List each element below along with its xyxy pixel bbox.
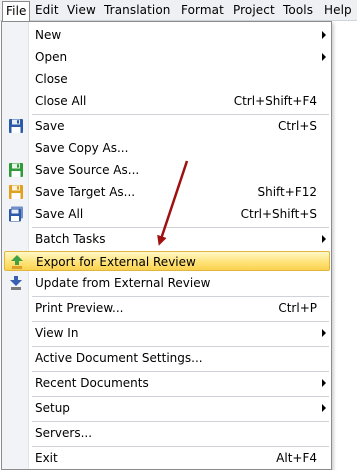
menu-item-save-source-as[interactable]: Save Source As...	[4, 160, 330, 180]
menu-item-label: Export for External Review	[36, 255, 196, 269]
menu-separator	[32, 421, 329, 422]
menu-item-open[interactable]: Open	[4, 47, 330, 67]
menu-item-active-document-settings[interactable]: Active Document Settings...	[4, 348, 330, 368]
menu-item-recent-documents[interactable]: Recent Documents	[4, 373, 330, 393]
menu-help[interactable]: Help	[324, 2, 352, 19]
menu-item-update-from-external-review[interactable]: Update from External Review	[4, 273, 330, 293]
menu-item-label: Update from External Review	[35, 276, 211, 290]
menu-item-export-for-external-review[interactable]: Export for External Review	[4, 251, 330, 271]
save-target-icon	[9, 185, 23, 199]
menu-translation[interactable]: Translation	[104, 2, 171, 19]
menu-item-label: Close All	[35, 94, 87, 108]
menu-item-batch-tasks[interactable]: Batch Tasks	[4, 229, 330, 249]
menu-item-new[interactable]: New	[4, 25, 330, 45]
submenu-arrow-icon	[322, 53, 326, 61]
menu-separator	[32, 296, 329, 297]
menu-separator	[32, 446, 329, 447]
menu-item-print-preview[interactable]: Print Preview... Ctrl+P	[4, 298, 330, 318]
menu-separator	[32, 346, 329, 347]
export-review-icon	[11, 255, 23, 269]
menu-item-setup[interactable]: Setup	[4, 398, 330, 418]
menu-project[interactable]: Project	[233, 2, 275, 19]
menu-item-label: Open	[35, 50, 68, 64]
menu-separator	[32, 114, 329, 115]
menu-item-label: Save Source As...	[35, 163, 140, 177]
menu-item-label: Save Target As...	[35, 185, 136, 199]
submenu-arrow-icon	[322, 31, 326, 39]
submenu-arrow-icon	[322, 379, 326, 387]
menu-edit[interactable]: Edit	[35, 2, 59, 19]
menu-item-label: Save	[35, 119, 65, 133]
menu-format[interactable]: Format	[181, 2, 224, 19]
menu-item-label: Print Preview...	[35, 301, 124, 315]
menu-item-save-all[interactable]: Save All Ctrl+Shift+S	[4, 204, 330, 224]
menu-item-shortcut: Ctrl+Shift+F4	[233, 94, 317, 108]
menu-item-label: Servers...	[35, 426, 93, 440]
save-source-icon	[9, 163, 23, 177]
submenu-arrow-icon	[322, 235, 326, 243]
menu-item-label: Save All	[35, 207, 84, 221]
menu-item-shortcut: Ctrl+P	[278, 301, 317, 315]
menu-item-shortcut: Alt+F4	[276, 451, 317, 465]
menu-item-label: Recent Documents	[35, 376, 149, 390]
menu-separator	[32, 321, 329, 322]
menu-item-exit[interactable]: Exit Alt+F4	[4, 448, 330, 468]
menu-item-view-in[interactable]: View In	[4, 323, 330, 343]
menu-item-save[interactable]: Save Ctrl+S	[4, 116, 330, 136]
menu-item-shortcut: Shift+F12	[257, 185, 317, 199]
menu-item-shortcut: Ctrl+S	[277, 119, 317, 133]
menu-bar: File Edit View Translation Format Projec…	[0, 0, 357, 21]
menu-item-label: Batch Tasks	[35, 232, 106, 246]
menu-item-label: New	[35, 28, 62, 42]
menu-item-label: Setup	[35, 401, 70, 415]
menu-item-label: Exit	[35, 451, 58, 465]
menu-item-label: View In	[35, 326, 79, 340]
menu-item-label: Close	[35, 72, 68, 86]
menu-item-close[interactable]: Close	[4, 69, 330, 89]
save-icon	[9, 119, 23, 133]
menu-file[interactable]: File	[2, 1, 31, 21]
submenu-arrow-icon	[322, 404, 326, 412]
menu-view[interactable]: View	[67, 2, 96, 19]
update-review-icon	[10, 276, 22, 290]
save-all-icon	[9, 206, 23, 222]
menu-item-save-target-as[interactable]: Save Target As... Shift+F12	[4, 182, 330, 202]
menu-item-label: Active Document Settings...	[35, 351, 203, 365]
menu-item-servers[interactable]: Servers...	[4, 423, 330, 443]
submenu-arrow-icon	[322, 329, 326, 337]
menu-tools[interactable]: Tools	[283, 2, 313, 19]
menu-separator	[32, 396, 329, 397]
menu-separator	[32, 227, 329, 228]
menu-item-save-copy-as[interactable]: Save Copy As...	[4, 138, 330, 158]
menu-item-shortcut: Ctrl+Shift+S	[240, 207, 317, 221]
menu-separator	[32, 371, 329, 372]
menu-item-close-all[interactable]: Close All Ctrl+Shift+F4	[4, 91, 330, 111]
menu-item-label: Save Copy As...	[35, 141, 129, 155]
file-menu-dropdown: New Open Close Close All Ctrl+Shift+F4 S…	[1, 21, 332, 470]
